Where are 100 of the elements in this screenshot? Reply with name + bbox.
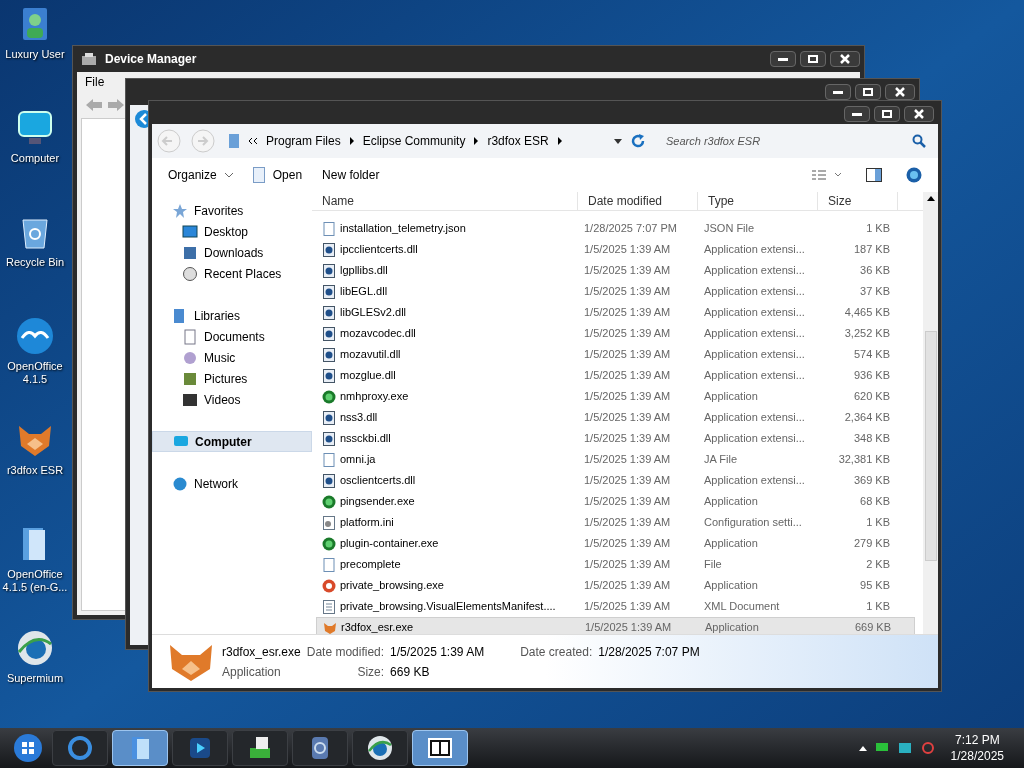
- close-button[interactable]: [885, 84, 915, 100]
- nav-item[interactable]: Computer: [152, 431, 312, 452]
- desktop-shortcut[interactable]: Luxury User: [0, 4, 70, 92]
- breadcrumb-item[interactable]: r3dfox ESR: [487, 132, 549, 150]
- desktop-shortcut[interactable]: Computer: [0, 108, 70, 196]
- folder-icon: [228, 133, 240, 149]
- taskbar-button[interactable]: [352, 730, 408, 766]
- shortcut-label: Recycle Bin: [4, 256, 66, 269]
- nav-item[interactable]: Network: [152, 473, 312, 494]
- type-cell-text: Application extensi...: [703, 284, 806, 300]
- file-row[interactable]: osclientcerts.dll 1/5/2025 1:39 AM Application extensi... 369 KB: [316, 470, 915, 491]
- maximize-button[interactable]: [800, 51, 826, 67]
- app-icon: [322, 494, 336, 509]
- maximize-button[interactable]: [855, 84, 881, 100]
- file-row[interactable]: mozavutil.dll 1/5/2025 1:39 AM Application extensi... 574 KB: [316, 344, 915, 365]
- breadcrumb-item[interactable]: Program Files: [266, 132, 341, 150]
- nav-item[interactable]: Favorites: [152, 200, 312, 221]
- seagull-icon: [15, 316, 55, 356]
- date-cell-text: 1/5/2025 1:39 AM: [583, 557, 672, 573]
- maximize-button[interactable]: [874, 106, 900, 122]
- date-cell-text: 1/5/2025 1:39 AM: [583, 389, 672, 405]
- organize-button[interactable]: Organize: [168, 166, 233, 184]
- file-row[interactable]: plugin-container.exe 1/5/2025 1:39 AM Application 279 KB: [316, 533, 915, 554]
- minimize-button[interactable]: [844, 106, 870, 122]
- nav-item[interactable]: Music: [152, 347, 312, 368]
- breadcrumb-item[interactable]: Eclipse Community: [362, 132, 466, 150]
- clock[interactable]: 7:12 PM 1/28/2025: [950, 732, 1004, 764]
- search-field[interactable]: Search r3dfox ESR: [666, 132, 904, 150]
- open-button[interactable]: Open: [252, 166, 303, 184]
- file-row[interactable]: private_browsing.exe 1/5/2025 1:39 AM Application 95 KB: [316, 575, 915, 596]
- refresh-icon[interactable]: [630, 133, 646, 149]
- column-header[interactable]: Date modified: [578, 192, 698, 210]
- flag-icon[interactable]: [874, 742, 889, 754]
- breadcrumb-arrow-icon[interactable]: [473, 137, 480, 145]
- file-name: private_browsing.exe: [340, 578, 444, 594]
- ring-icon: [322, 578, 336, 593]
- close-button[interactable]: [830, 51, 860, 67]
- desktop-shortcut[interactable]: r3dfox ESR: [0, 420, 70, 508]
- desktop-shortcut[interactable]: OpenOffice 4.1.5 (en-G...: [0, 524, 70, 612]
- scroll-up-arrow-icon[interactable]: [926, 196, 935, 201]
- file-row[interactable]: nmhproxy.exe 1/5/2025 1:39 AM Application 620 KB: [316, 386, 915, 407]
- file-row[interactable]: lgpllibs.dll 1/5/2025 1:39 AM Application extensi... 36 KB: [316, 260, 915, 281]
- desktop-shortcut[interactable]: Recycle Bin: [0, 212, 70, 300]
- globe-icon: [15, 628, 55, 668]
- gear-file-icon: [322, 347, 336, 362]
- nav-item[interactable]: Videos: [152, 389, 312, 410]
- breadcrumb-arrow-icon[interactable]: [348, 137, 355, 145]
- maximize-icon: [808, 55, 818, 63]
- breadcrumb-arrow-icon[interactable]: [556, 137, 563, 145]
- speaker-icon[interactable]: [920, 741, 935, 755]
- file-row[interactable]: ipcclientcerts.dll 1/5/2025 1:39 AM Application extensi... 187 KB: [316, 239, 915, 260]
- file-row[interactable]: nss3.dll 1/5/2025 1:39 AM Application extensi... 2,364 KB: [316, 407, 915, 428]
- network-icon[interactable]: [896, 741, 913, 755]
- minimize-button[interactable]: [770, 51, 796, 67]
- file-row[interactable]: mozglue.dll 1/5/2025 1:39 AM Application extensi... 936 KB: [316, 365, 915, 386]
- column-header[interactable]: Size: [818, 192, 898, 210]
- desktop-shortcut[interactable]: OpenOffice 4.1.5: [0, 316, 70, 404]
- file-row[interactable]: precomplete 1/5/2025 1:39 AM File 2 KB: [316, 554, 915, 575]
- close-button[interactable]: [904, 106, 934, 122]
- file-row[interactable]: nssckbi.dll 1/5/2025 1:39 AM Application extensi... 348 KB: [316, 428, 915, 449]
- size-cell-text: 3,252 KB: [843, 326, 890, 342]
- show-hidden-icons-icon[interactable]: [858, 745, 867, 751]
- taskbar-button[interactable]: [292, 730, 348, 766]
- file-row[interactable]: pingsender.exe 1/5/2025 1:39 AM Application 68 KB: [316, 491, 915, 512]
- date-cell-text: 1/5/2025 1:39 AM: [583, 578, 672, 594]
- column-header[interactable]: Name: [312, 192, 578, 210]
- scrollbar-thumb[interactable]: [924, 331, 937, 561]
- nav-item[interactable]: Documents: [152, 326, 312, 347]
- dropdown-arrow-icon[interactable]: [614, 138, 622, 144]
- gear-file-icon: [322, 326, 336, 341]
- new-folder-button[interactable]: New folder: [322, 166, 380, 184]
- file-name: mozavcodec.dll: [340, 326, 416, 342]
- minimize-icon: [852, 112, 862, 116]
- nav-item[interactable]: Pictures: [152, 368, 312, 389]
- minimize-button[interactable]: [825, 84, 851, 100]
- size-cell-text: 348 KB: [852, 431, 890, 447]
- date-cell-text: 1/5/2025 1:39 AM: [583, 410, 672, 426]
- nav-item[interactable]: Downloads: [152, 242, 312, 263]
- file-row[interactable]: platform.ini 1/5/2025 1:39 AM Configuration setti... 1 KB: [316, 512, 915, 533]
- nav-item[interactable]: Desktop: [152, 221, 312, 242]
- taskbar-button[interactable]: [412, 730, 468, 766]
- back-button-icon[interactable]: [134, 109, 148, 129]
- file-name: libEGL.dll: [340, 284, 388, 300]
- nav-item[interactable]: Libraries: [152, 305, 312, 326]
- close-icon: [840, 54, 850, 64]
- file-row[interactable]: libEGL.dll 1/5/2025 1:39 AM Application extensi... 37 KB: [316, 281, 915, 302]
- column-header[interactable]: Type: [698, 192, 818, 210]
- desktop-shortcut[interactable]: Supermium: [0, 628, 70, 716]
- nav-item[interactable]: Recent Places: [152, 263, 312, 284]
- file-row[interactable]: mozavcodec.dll 1/5/2025 1:39 AM Application extensi... 3,252 KB: [316, 323, 915, 344]
- file-row[interactable]: omni.ja 1/5/2025 1:39 AM JA File 32,381 KB: [316, 449, 915, 470]
- file-name: nss3.dll: [340, 410, 378, 426]
- file-row[interactable]: installation_telemetry.json 1/28/2025 7:07 PM JSON File 1 KB: [316, 218, 915, 239]
- vertical-scrollbar[interactable]: [923, 192, 938, 634]
- taskbar-button[interactable]: [232, 730, 288, 766]
- preview-pane-icon[interactable]: [866, 168, 882, 182]
- help-icon[interactable]: [906, 167, 922, 183]
- file-row[interactable]: libGLESv2.dll 1/5/2025 1:39 AM Application extensi... 4,465 KB: [316, 302, 915, 323]
- file-row[interactable]: private_browsing.VisualElementsManifest.... 1/5/2025 1:39 AM XML Document 1 KB: [316, 596, 915, 617]
- menu-item[interactable]: File: [85, 73, 105, 91]
